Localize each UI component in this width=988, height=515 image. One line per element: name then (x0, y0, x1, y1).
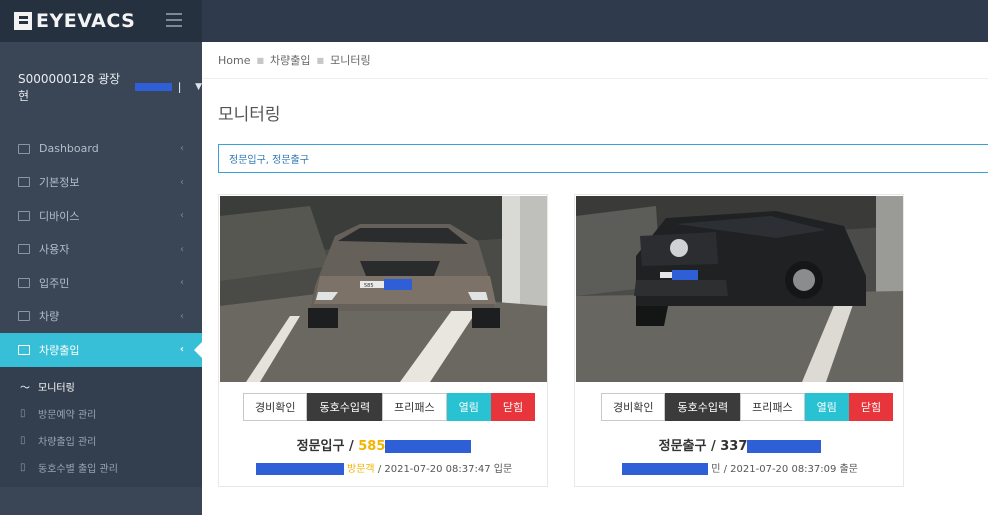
account-suffix: ㅣ (174, 80, 186, 95)
plate-number: 585 (358, 439, 386, 454)
submenu-item-label: 모니터링 (38, 382, 75, 394)
account-redaction (134, 83, 173, 91)
breadcrumb-separator-icon: ■ (256, 55, 265, 65)
sidebar-item-label: 기본정보 (39, 176, 80, 190)
sidebar-item-residents[interactable]: 입주민 ‹ (0, 266, 202, 300)
submenu-item-vehicle-access-management[interactable]: ▯ 차량출입 관리 (0, 427, 202, 454)
card-info: 방문객 / 2021-07-20 08:37:47 입문 (219, 460, 549, 475)
visitor-label: 민 (711, 464, 721, 475)
folder-icon (18, 277, 30, 288)
calendar-icon: ▯ (20, 434, 26, 446)
sidebar-item-label: Dashboard (39, 142, 99, 156)
folder-icon (18, 177, 30, 188)
card-info: 민 / 2021-07-20 08:37:09 출문 (575, 460, 905, 475)
plate-redaction (747, 440, 822, 453)
card-title: 정문출구 / 337 (575, 435, 905, 454)
info-redaction (622, 463, 709, 475)
close-gate-button[interactable]: 닫힘 (490, 393, 536, 421)
submenu-item-label: 차량출입 관리 (38, 436, 97, 448)
breadcrumb-home[interactable]: Home (218, 54, 250, 67)
free-pass-button[interactable]: 프리패스 (740, 393, 805, 421)
gate-name: 정문입구 / (296, 439, 359, 454)
line-chart-icon: 〜 (20, 382, 30, 394)
breadcrumb-level2: 모니터링 (330, 54, 371, 67)
free-pass-button[interactable]: 프리패스 (382, 393, 447, 421)
folder-icon (18, 311, 30, 322)
chevron-down-icon: ▼ (195, 82, 202, 92)
guard-confirm-button[interactable]: 경비확인 (601, 393, 666, 421)
guard-confirm-button[interactable]: 경비확인 (243, 393, 308, 421)
sidebar-item-users[interactable]: 사용자 ‹ (0, 233, 202, 267)
calendar-icon: ▯ (20, 461, 26, 473)
folder-icon (18, 344, 30, 355)
sidebar-item-vehicles[interactable]: 차량 ‹ (0, 300, 202, 334)
breadcrumb-separator-icon: ■ (316, 55, 325, 65)
chevron-left-icon: ‹ (180, 143, 184, 155)
folder-icon (18, 210, 30, 221)
folder-icon (18, 244, 30, 255)
folder-icon (18, 143, 30, 154)
account-name: S000000128 광장 현 (18, 72, 121, 103)
chevron-left-icon: ‹ (180, 243, 184, 255)
app-name: EYEVACS (36, 10, 136, 32)
plate-text: 585 (364, 283, 374, 289)
open-gate-button[interactable]: 열림 (804, 393, 849, 421)
action-buttons: 경비확인 동호수입력 프리패스 열림 닫힘 (601, 393, 894, 421)
chevron-left-icon: ‹ (180, 277, 184, 289)
submenu-item-monitoring[interactable]: 〜 모니터링 (0, 373, 202, 400)
sidebar-item-basic-info[interactable]: 기본정보 ‹ (0, 166, 202, 200)
open-gate-button[interactable]: 열림 (446, 393, 491, 421)
submenu-item-unit-access-management[interactable]: ▯ 동호수별 출입 관리 (0, 454, 202, 481)
info-redaction (255, 463, 344, 475)
sidebar-item-label: 차량 (39, 310, 60, 324)
chevron-left-icon: ‹ (180, 176, 184, 188)
breadcrumb: Home ■ 차량출입 ■ 모니터링 (218, 52, 371, 68)
sidebar-item-label: 차량출입 (39, 343, 80, 357)
calendar-icon: ▯ (20, 407, 26, 419)
chevron-left-icon: ‹ (180, 210, 184, 222)
page-title: 모니터링 (218, 105, 281, 125)
sidebar-item-label: 입주민 (39, 276, 70, 290)
close-gate-button[interactable]: 닫힘 (848, 393, 894, 421)
camera-snapshot (576, 196, 903, 382)
submenu: 〜 모니터링 ▯ 방문예약 관리 ▯ 차량출입 관리 ▯ 동호수별 출입 관리 (0, 366, 202, 487)
access-timestamp: / 2021-07-20 08:37:09 출문 (723, 464, 858, 475)
camera-snapshot: 585 (220, 196, 547, 382)
visitor-label: 방문객 (347, 464, 375, 475)
card-title: 정문입구 / 585 (219, 435, 549, 454)
submenu-item-label: 동호수별 출입 관리 (38, 463, 118, 475)
unit-input-button[interactable]: 동호수입력 (307, 393, 383, 421)
sidebar-item-label: 사용자 (39, 243, 70, 257)
plate-redaction (385, 440, 472, 453)
menu-toggle-icon[interactable] (166, 13, 182, 27)
access-timestamp: / 2021-07-20 08:37:47 입문 (377, 464, 513, 475)
unit-input-button[interactable]: 동호수입력 (665, 393, 741, 421)
active-indicator (194, 342, 202, 358)
sidebar-item-label: 디바이스 (39, 209, 80, 223)
sidebar-item-device[interactable]: 디바이스 ‹ (0, 199, 202, 233)
divider (202, 78, 988, 79)
chevron-left-icon: ‹ (179, 344, 184, 356)
gate-filter[interactable]: 정문입구, 정문출구 (218, 144, 988, 173)
chevron-left-icon: ‹ (180, 310, 184, 322)
submenu-item-label: 방문예약 관리 (38, 409, 97, 421)
gate-name: 정문출구 / (658, 439, 721, 454)
camera-card-entrance: 585 경비확인 동호수입력 프리패스 열림 닫힘 정문입구 / 585 방문객… (218, 194, 548, 487)
action-buttons: 경비확인 동호수입력 프리패스 열림 닫힘 (243, 393, 536, 421)
account-selector[interactable]: S000000128 광장 현 ㅣ ▼ (0, 42, 202, 132)
sidebar-item-vehicle-access[interactable]: 차량출입 ‹ (0, 333, 202, 367)
sidebar-item-dashboard[interactable]: Dashboard ‹ (0, 132, 202, 166)
plate-number: 337 (720, 439, 748, 454)
sidebar: S000000128 광장 현 ㅣ ▼ Dashboard ‹ 기본정보 ‹ 디… (0, 42, 202, 515)
camera-card-exit: 경비확인 동호수입력 프리패스 열림 닫힘 정문출구 / 337 민 / 202… (574, 194, 904, 487)
breadcrumb-level1[interactable]: 차량출입 (270, 52, 310, 68)
gate-filter-label: 정문입구, 정문출구 (229, 155, 309, 166)
main-content: Home ■ 차량출입 ■ 모니터링 모니터링 정문입구, 정문출구 585 경… (202, 42, 988, 515)
submenu-item-visit-reservation[interactable]: ▯ 방문예약 관리 (0, 400, 202, 427)
logo-icon (14, 12, 32, 30)
